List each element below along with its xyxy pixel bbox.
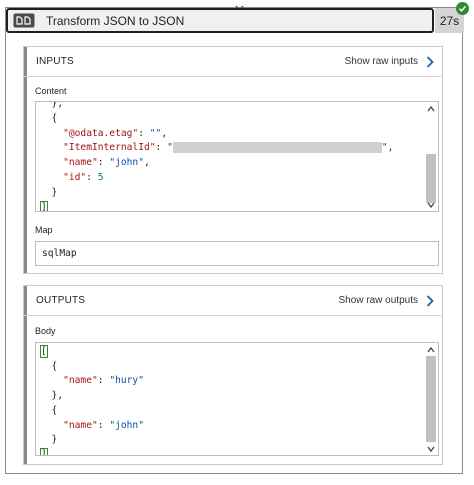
- code-token: "name": [40, 157, 98, 169]
- action-title: Transform JSON to JSON: [46, 13, 185, 28]
- code-token: ,: [143, 157, 150, 169]
- section-accent-bar: [24, 47, 27, 273]
- code-line: "id": 5: [40, 170, 104, 185]
- code-token: "name": [40, 419, 98, 431]
- scroll-down-arrow-icon[interactable]: [426, 200, 436, 210]
- content-label: Content: [35, 86, 67, 96]
- redacted-value: [172, 141, 382, 153]
- code-line: },: [40, 388, 64, 403]
- content-scroll-thumb[interactable]: [426, 154, 436, 203]
- code-token: }: [40, 186, 58, 198]
- code-line: "name": "john",: [40, 155, 150, 170]
- chevron-right-icon: [426, 294, 434, 307]
- action-header[interactable]: Transform JSON to JSON 27s: [6, 8, 464, 33]
- content-scrollbar[interactable]: [425, 102, 438, 211]
- show-raw-inputs-link[interactable]: Show raw inputs: [344, 55, 434, 68]
- code-token: ]: [40, 200, 48, 212]
- scroll-down-arrow-icon[interactable]: [426, 444, 436, 454]
- code-token: [: [40, 345, 48, 358]
- map-label: Map: [35, 225, 53, 235]
- code-line: }: [40, 185, 58, 200]
- body-label: Body: [35, 326, 56, 336]
- code-token: {: [40, 404, 58, 416]
- code-line: ]: [40, 447, 48, 455]
- code-line: ]: [40, 200, 48, 212]
- code-line: },: [40, 101, 64, 111]
- code-token: {: [40, 360, 58, 372]
- code-token: "ItemInternalId": [40, 142, 156, 154]
- code-token: "john": [109, 419, 144, 431]
- body-scrollbar[interactable]: [425, 343, 438, 455]
- content-code-box[interactable]: }, { "@odata.etag": "", "ItemInternalId"…: [35, 101, 439, 212]
- code-token: :: [86, 172, 98, 183]
- code-line: "@odata.etag": "",: [40, 126, 167, 141]
- code-token: :: [97, 375, 110, 387]
- code-token: :: [97, 157, 110, 169]
- code-token: "hury": [109, 375, 144, 387]
- code-token: 5: [97, 172, 104, 183]
- code-line: {: [40, 403, 58, 418]
- body-scroll-thumb[interactable]: [426, 356, 436, 442]
- code-token: },: [40, 101, 64, 109]
- code-token: :: [97, 419, 110, 431]
- outputs-title: OUTPUTS: [36, 295, 86, 306]
- code-line: {: [40, 359, 58, 374]
- chevron-right-icon: [426, 55, 434, 68]
- code-line: "name": "hury": [40, 373, 144, 388]
- action-header-main[interactable]: Transform JSON to JSON: [6, 8, 434, 33]
- code-line: }: [40, 432, 58, 447]
- code-line: "name": "john": [40, 418, 144, 433]
- code-token: "@odata.etag": [40, 127, 139, 139]
- show-raw-inputs-label: Show raw inputs: [344, 56, 418, 67]
- scroll-up-arrow-icon[interactable]: [426, 345, 436, 355]
- code-token: "name": [40, 375, 98, 387]
- success-check-icon: [456, 2, 469, 15]
- outputs-header: OUTPUTS Show raw outputs: [24, 286, 442, 316]
- action-card: Transform JSON to JSON 27s INPUTS Show r…: [5, 2, 469, 474]
- code-token: ,: [387, 142, 394, 154]
- code-token: "": [149, 127, 162, 139]
- code-token: :: [155, 142, 168, 154]
- body-code-box[interactable]: [ { "name": "hury" }, { "name": "john" }…: [35, 342, 439, 456]
- code-token: {: [40, 112, 58, 124]
- scroll-up-arrow-icon[interactable]: [426, 104, 436, 114]
- transform-icon: [12, 12, 36, 29]
- code-token: "john": [109, 157, 144, 169]
- code-token: },: [40, 390, 64, 402]
- inputs-section: INPUTS Show raw inputs Content }, { "@od…: [23, 46, 443, 274]
- code-token: }: [40, 434, 58, 446]
- code-line: [: [40, 344, 48, 359]
- outputs-section: OUTPUTS Show raw outputs Body [ { "name"…: [23, 285, 443, 465]
- inputs-title: INPUTS: [36, 56, 74, 67]
- code-token: :: [138, 127, 150, 139]
- code-token: ]: [40, 447, 48, 455]
- inputs-header: INPUTS Show raw inputs: [24, 47, 442, 77]
- code-line: {: [40, 111, 58, 126]
- code-token: ,: [161, 127, 168, 139]
- map-value-field: sqlMap: [35, 241, 439, 266]
- code-line: "ItemInternalId": " ",: [40, 140, 393, 155]
- show-raw-outputs-link[interactable]: Show raw outputs: [338, 294, 435, 307]
- map-value: sqlMap: [42, 248, 77, 259]
- show-raw-outputs-label: Show raw outputs: [338, 295, 419, 306]
- code-token: "id": [40, 172, 87, 183]
